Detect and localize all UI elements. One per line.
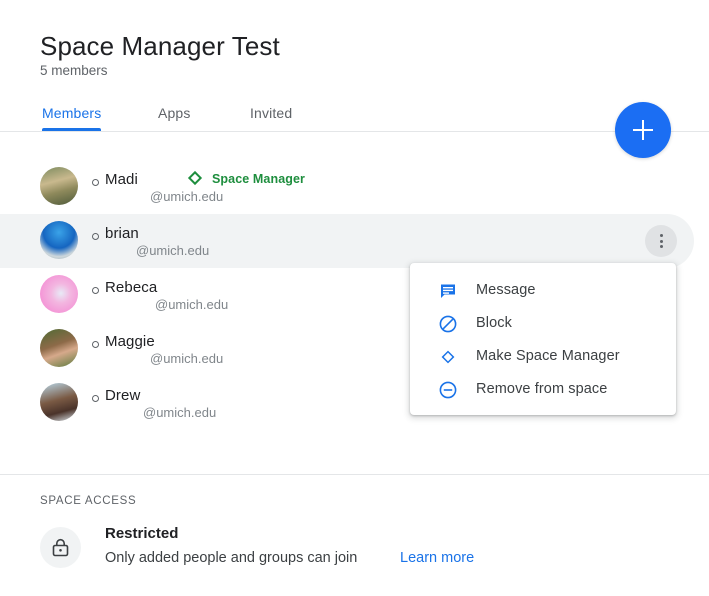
avatar: [40, 221, 78, 259]
space-access-section-label: SPACE ACCESS: [40, 495, 137, 507]
presence-ring-icon: [92, 287, 99, 294]
table-row[interactable]: brian @umich.edu: [0, 214, 694, 268]
menu-item-label: Block: [476, 315, 512, 331]
presence-ring-icon: [92, 233, 99, 240]
status-badge-label: Space Manager: [212, 172, 306, 186]
remove-circle-icon: [438, 380, 458, 400]
tab-apps[interactable]: Apps: [158, 96, 191, 131]
menu-item-label: Make Space Manager: [476, 348, 620, 364]
learn-more-link[interactable]: Learn more: [400, 548, 474, 568]
menu-item-block[interactable]: Block: [410, 307, 676, 340]
plus-icon-bar: [633, 129, 653, 131]
table-row[interactable]: Madi Space Manager @umich.edu: [0, 160, 694, 214]
add-member-button[interactable]: [615, 102, 671, 158]
member-email: @umich.edu: [136, 243, 210, 258]
tabbar-divider: [0, 131, 709, 132]
space-access-description: Only added people and groups can join: [105, 550, 358, 566]
presence-ring-icon: [92, 395, 99, 402]
member-name: Drew: [105, 387, 141, 404]
more-vert-icon-dot: [659, 245, 663, 248]
avatar: [40, 275, 78, 313]
member-email: @umich.edu: [150, 351, 224, 366]
avatar: [40, 383, 78, 421]
tab-bar: Members Apps Invited: [0, 96, 709, 132]
menu-item-message[interactable]: Message: [410, 274, 676, 307]
member-name: Madi: [105, 171, 138, 188]
member-email: @umich.edu: [150, 189, 224, 204]
member-name: brian: [105, 225, 139, 242]
menu-item-remove-from-space[interactable]: Remove from space: [410, 373, 676, 406]
lock-icon: [40, 527, 81, 568]
diamond-icon: [187, 170, 203, 186]
member-name: Rebeca: [105, 279, 158, 296]
menu-item-make-space-manager[interactable]: Make Space Manager: [410, 340, 676, 373]
space-access-title: Restricted: [105, 525, 179, 542]
presence-ring-icon: [92, 179, 99, 186]
block-icon: [438, 314, 458, 334]
chat-bubble-icon: [438, 281, 458, 301]
page-title: Space Manager Test: [40, 31, 280, 61]
more-vert-icon: [659, 234, 663, 237]
avatar: [40, 167, 78, 205]
presence-ring-icon: [92, 341, 99, 348]
menu-item-label: Message: [476, 282, 536, 298]
member-count-label: 5 members: [40, 63, 108, 78]
member-email: @umich.edu: [143, 405, 217, 420]
avatar: [40, 329, 78, 367]
more-vert-icon-dot: [659, 239, 663, 243]
diamond-icon: [438, 347, 458, 367]
member-email: @umich.edu: [155, 297, 229, 312]
member-name: Maggie: [105, 333, 155, 350]
tab-invited[interactable]: Invited: [250, 96, 292, 131]
member-overflow-menu-button[interactable]: [645, 225, 677, 257]
tab-members[interactable]: Members: [42, 96, 102, 131]
menu-item-label: Remove from space: [476, 381, 608, 397]
section-divider: [0, 474, 709, 475]
member-context-menu: Message Block Make Space Manager Remove …: [410, 263, 676, 415]
